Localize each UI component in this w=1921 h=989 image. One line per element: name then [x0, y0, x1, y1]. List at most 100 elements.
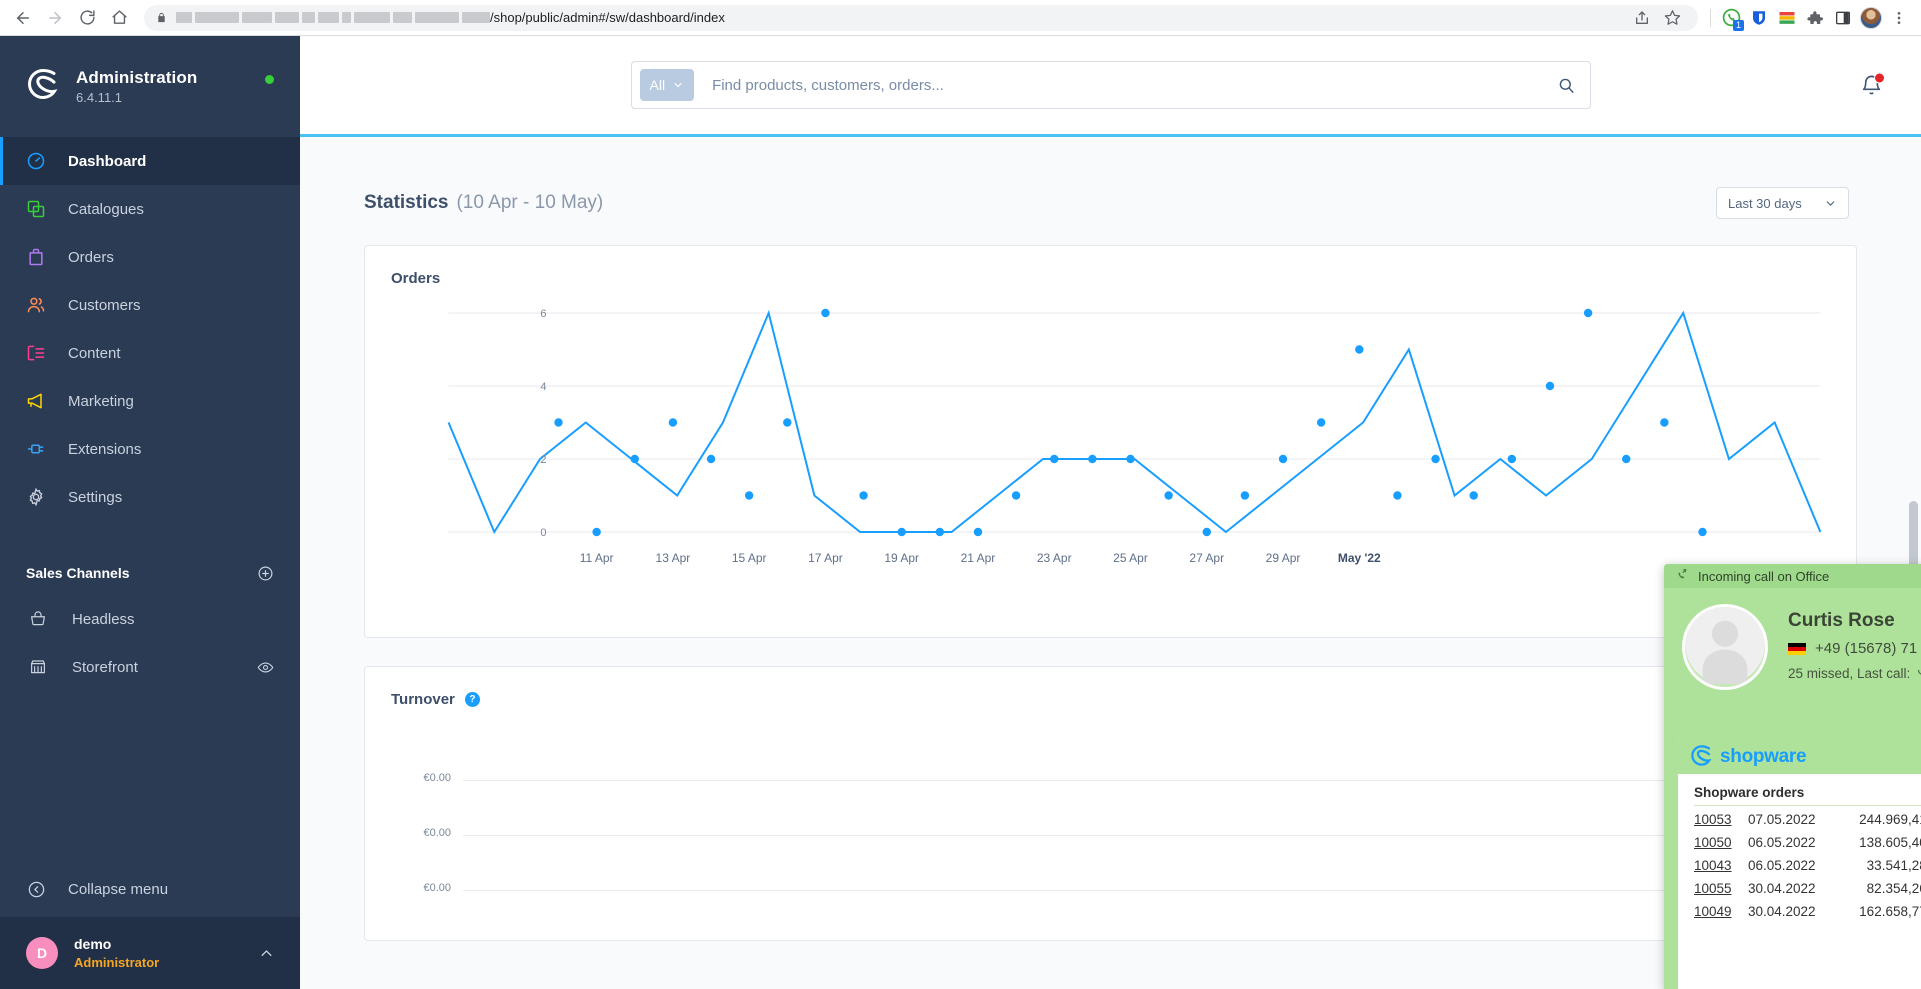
sidebar-item-content[interactable]: Content: [0, 329, 300, 377]
main-area: All Statistics (10 Apr - 10 May): [300, 36, 1921, 989]
statistics-date-range: (10 Apr - 10 May): [456, 192, 604, 213]
range-select-value: Last 30 days: [1728, 195, 1802, 211]
turnover-ytick: €0.00: [423, 827, 451, 839]
order-id-cell[interactable]: 10055: [1694, 877, 1748, 900]
sidebar-item-extensions[interactable]: Extensions: [0, 425, 300, 473]
shopware-logo-icon: [26, 67, 60, 106]
order-id-cell[interactable]: 10043: [1694, 854, 1748, 877]
sidebar-item-label: Extensions: [68, 440, 142, 458]
catalogues-icon: [26, 199, 46, 219]
orders-chart-card: Orders 0 2 4 6 11 Apr 13 Apr 15 Apr 17 Apr 19 Ap…: [364, 245, 1857, 638]
table-row[interactable]: 1005006.05.2022138.605,40 €OpenUnpaidOpe…: [1694, 831, 1921, 854]
range-select-dropdown[interactable]: Last 30 days: [1716, 187, 1849, 219]
notification-dot: [1874, 72, 1885, 84]
toolbar-divider: [1710, 8, 1711, 27]
puzzle-extensions-icon[interactable]: [1801, 4, 1829, 32]
chart-title-text: Turnover: [391, 691, 455, 708]
sidebar-item-label: Marketing: [68, 392, 134, 410]
turnover-line-chart[interactable]: €0.00 €0.00 €0.00: [391, 722, 1830, 922]
shopware-orders-heading: Shopware orders: [1694, 785, 1921, 806]
search-icon[interactable]: [1557, 76, 1576, 95]
bookmark-star-icon[interactable]: [1658, 5, 1686, 31]
chart-title-text: Orders: [391, 270, 441, 287]
brand-title: Administration: [76, 67, 198, 87]
call-popup-title: Incoming call on Office: [1698, 568, 1830, 584]
chevron-up-icon[interactable]: [259, 946, 274, 961]
table-row[interactable]: 1005307.05.2022244.969,41 €OpenUnpaidOpe…: [1694, 808, 1921, 831]
back-button[interactable]: [8, 3, 38, 33]
main-navigation: Dashboard Catalogues Orders Customers Co…: [0, 137, 300, 521]
order-id-cell[interactable]: 10050: [1694, 831, 1748, 854]
sidebar-item-headless[interactable]: Headless: [0, 595, 300, 643]
incoming-call-popup[interactable]: Incoming call on Office ✕ Curtis Rose +4…: [1664, 564, 1921, 989]
kebab-menu-icon[interactable]: [1885, 4, 1913, 32]
table-row[interactable]: 1004930.04.2022162.658,77 €OpenUnpaidOpe…: [1694, 900, 1921, 923]
share-icon[interactable]: [1628, 5, 1656, 31]
order-date-cell: 06.05.2022: [1748, 835, 1816, 850]
customers-icon: [26, 295, 46, 315]
sidebar-item-label: Catalogues: [68, 200, 144, 218]
order-date-cell: 30.04.2022: [1748, 881, 1816, 896]
sidebar-item-label: Settings: [68, 488, 123, 506]
sidebar-item-label: Content: [68, 344, 121, 362]
shopware-orders-panel: shopware Shopware orders 10053 07.05.2022…: [1678, 740, 1921, 989]
eye-icon[interactable]: [257, 659, 274, 676]
order-id-cell[interactable]: 10053: [1694, 808, 1748, 831]
orders-icon: [26, 247, 46, 267]
sidebar-item-customers[interactable]: Customers: [0, 281, 300, 329]
home-button[interactable]: [104, 3, 134, 33]
forward-button[interactable]: [40, 3, 70, 33]
url-text: /shop/public/admin#/sw/dashboard/index: [490, 10, 725, 25]
address-bar[interactable]: /shop/public/admin#/sw/dashboard/index: [144, 4, 1698, 31]
orders-series-line: [449, 313, 1821, 532]
caller-name: Curtis Rose: [1788, 610, 1895, 631]
order-amount-cell: 33.541,28 €: [1866, 858, 1921, 873]
color-stack-icon[interactable]: [1773, 4, 1801, 32]
help-circle-icon[interactable]: ?: [464, 692, 480, 707]
caller-meta: 25 missed, Last call: just now (missed),…: [1788, 665, 1921, 681]
user-profile[interactable]: D demo Administrator: [0, 917, 300, 989]
reload-button[interactable]: [72, 3, 102, 33]
search-scope-dropdown[interactable]: All: [639, 69, 695, 101]
shopware-orders-table: 1005307.05.2022244.969,41 €OpenUnpaidOpe…: [1694, 808, 1921, 923]
content-icon: [26, 343, 46, 363]
table-row[interactable]: 1004306.05.202233.541,28 €OpenUnpaidOpen: [1694, 854, 1921, 877]
password-manager-icon[interactable]: [1745, 4, 1773, 32]
order-id-cell[interactable]: 10049: [1694, 900, 1748, 923]
search-input[interactable]: [712, 76, 1557, 94]
turnover-chart-card: Turnover ? €0.00 €0.00 €0.00: [364, 666, 1857, 941]
collapse-menu-button[interactable]: Collapse menu: [0, 861, 300, 917]
notifications-button[interactable]: [1860, 72, 1885, 97]
sidebar-item-label: Orders: [68, 248, 114, 266]
sidebar-item-catalogues[interactable]: Catalogues: [0, 185, 300, 233]
shopware-panel-footer: Open in Shopware: [1678, 931, 1921, 989]
orders-line-chart[interactable]: 0 2 4 6 11 Apr 13 Apr 15 Apr 17 Apr 19 Apr 21 Apr…: [391, 299, 1830, 619]
statistics-header: Statistics (10 Apr - 10 May) Last 30 day…: [338, 187, 1883, 219]
avatar: D: [26, 937, 58, 969]
flag-de-icon: [1788, 642, 1806, 655]
person-placeholder-icon: [1682, 604, 1768, 690]
turnover-gridline-row: €0.00: [391, 882, 1830, 945]
sidebar-item-marketing[interactable]: Marketing: [0, 377, 300, 425]
sidebar-item-label: Storefront: [72, 658, 138, 676]
caller-phone-row: +49 (15678) 71 (Hamburg): [1788, 640, 1921, 657]
incoming-call-icon: [1674, 567, 1689, 585]
split-window-icon[interactable]: [1829, 4, 1857, 32]
sidebar-item-dashboard[interactable]: Dashboard: [0, 137, 300, 185]
sidebar-item-settings[interactable]: Settings: [0, 473, 300, 521]
search-scope-label: All: [649, 77, 666, 93]
table-row[interactable]: 1005530.04.202282.354,26 €OpenUnpaidOpen: [1694, 877, 1921, 900]
sidebar-item-orders[interactable]: Orders: [0, 233, 300, 281]
storefront-icon: [28, 657, 48, 677]
profile-avatar[interactable]: [1857, 4, 1885, 32]
plus-circle-icon[interactable]: [257, 565, 274, 582]
incoming-call-icon: [1914, 665, 1921, 681]
browser-toolbar: /shop/public/admin#/sw/dashboard/index 1: [0, 0, 1921, 36]
marketing-icon: [26, 391, 46, 411]
turnover-ytick: €0.00: [423, 882, 451, 894]
sidebar-item-storefront[interactable]: Storefront: [0, 643, 300, 691]
brand-header[interactable]: Administration 6.4.11.1: [0, 36, 300, 137]
order-date-cell: 07.05.2022: [1748, 812, 1816, 827]
phone-extension-icon[interactable]: 1: [1717, 4, 1745, 32]
global-search[interactable]: All: [630, 61, 1591, 109]
